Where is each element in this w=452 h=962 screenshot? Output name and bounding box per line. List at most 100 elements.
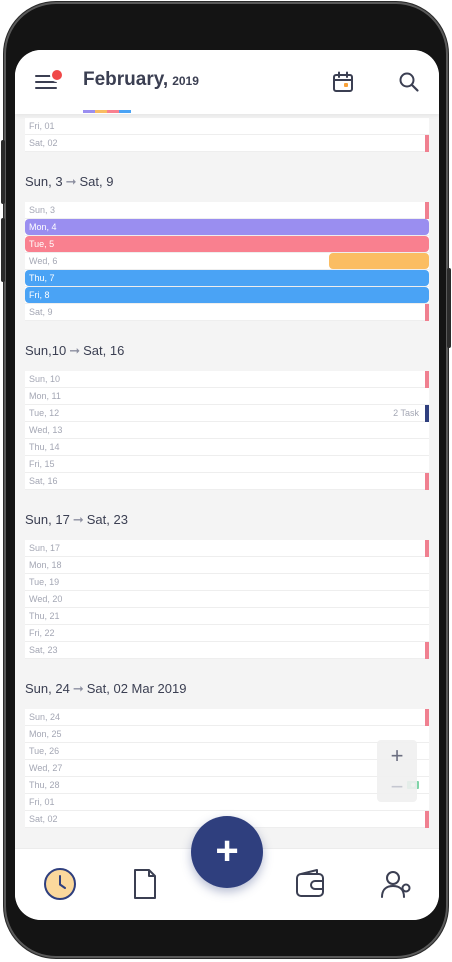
day-row[interactable]: Sat, 16 [25,473,429,490]
day-marker [425,709,429,726]
day-marker [425,405,429,422]
day-label: Thu, 14 [29,442,60,452]
day-row[interactable]: Fri, 22 [25,625,429,642]
arrow-right-icon: ➞ [69,343,81,358]
day-label: Fri, 8 [29,290,50,300]
users-icon [381,871,411,898]
app-header: February, 2019 [15,50,439,114]
day-row[interactable]: Fri, 01 [25,118,429,135]
arrow-right-icon: ➞ [65,174,77,189]
day-row[interactable]: Sun, 10 [25,371,429,388]
calendar-button[interactable] [331,70,355,94]
search-icon [399,72,419,92]
day-label: Wed, 13 [29,425,63,435]
week-title: Sun,10 ➞ Sat, 16 [25,343,124,359]
day-label: Thu, 28 [29,780,60,790]
day-row[interactable]: Sat, 02 [25,135,429,152]
day-marker [425,642,429,659]
day-marker [425,811,429,828]
nav-wallet[interactable] [293,867,327,901]
day-row[interactable]: Thu, 21 [25,608,429,625]
day-row[interactable]: Wed, 6 [25,253,429,270]
day-row[interactable]: Mon, 18 [25,557,429,574]
day-label: Fri, 01 [29,797,55,807]
week-end: Sat, 9 [79,174,114,189]
day-row[interactable]: Mon, 25 [25,726,429,743]
day-label: Sat, 02 [29,138,58,148]
event-bar[interactable] [329,253,429,269]
day-label: Wed, 27 [29,763,63,773]
day-row[interactable]: Fri, 8 [25,287,429,304]
day-row[interactable]: Wed, 27 [25,760,429,777]
week-title: Sun, 24 ➞ Sat, 02 Mar 2019 [25,681,186,697]
page-title[interactable]: February, 2019 [83,69,199,91]
task-count: 2 Task [393,408,419,418]
day-label: Sat, 9 [29,307,53,317]
day-row[interactable]: Tue, 5 [25,236,429,253]
day-marker [425,135,429,152]
nav-clock[interactable] [43,867,77,901]
week-start: Sun,10 [25,343,67,358]
day-label: Sat, 02 [29,814,58,824]
underline-segment [95,110,107,113]
day-label: Sun, 3 [29,205,56,215]
week-title: Sun, 17 ➞ Sat, 23 [25,512,128,528]
calendar-icon [333,71,353,92]
zoom-in-button[interactable]: + [377,740,417,771]
day-label: Mon, 25 [29,729,62,739]
day-row[interactable]: Sat, 23 [25,642,429,659]
zoom-control: + − [377,740,417,802]
zoom-out-button[interactable]: − [377,771,417,802]
day-row[interactable]: Sun, 24 [25,709,429,726]
event-bar[interactable] [25,287,429,303]
week-start: Sun, 17 [25,512,70,527]
day-row[interactable]: Wed, 13 [25,422,429,439]
day-row[interactable]: Tue, 19 [25,574,429,591]
day-row[interactable]: Sun, 3 [25,202,429,219]
clock-icon [44,868,76,900]
day-label: Fri, 22 [29,628,55,638]
day-row[interactable]: Thu, 28 [25,777,429,794]
day-label: Sat, 23 [29,645,58,655]
day-row[interactable]: Tue, 12 2 Task [25,405,429,422]
day-label: Thu, 7 [29,273,55,283]
day-label: Sun, 24 [29,712,61,722]
day-row[interactable]: Thu, 14 [25,439,429,456]
phone-side-button-left-top [1,140,5,204]
arrow-right-icon: ➞ [72,512,84,527]
nav-users[interactable] [379,867,413,901]
day-label: Mon, 4 [29,222,57,232]
search-button[interactable] [397,70,421,94]
day-label: Wed, 20 [29,594,63,604]
nav-documents[interactable] [128,867,162,901]
underline-segment [107,110,119,113]
day-row[interactable]: Wed, 20 [25,591,429,608]
document-icon [134,869,156,899]
event-bar[interactable] [25,270,429,286]
day-marker [425,202,429,219]
day-row[interactable]: Sat, 9 [25,304,429,321]
day-row[interactable]: Tue, 26 [25,743,429,760]
day-label: Mon, 11 [29,391,61,401]
day-row[interactable]: Fri, 01 [25,794,429,811]
add-button[interactable]: + [191,816,263,888]
day-row[interactable]: Mon, 11 [25,388,429,405]
day-row[interactable]: Thu, 7 [25,270,429,287]
week-start: Sun, 3 [25,174,63,189]
day-label: Fri, 15 [29,459,55,469]
day-label: Wed, 6 [29,256,58,266]
event-bar[interactable] [25,236,429,252]
app-screen: February, 2019 Fri, 01 Sat, 02 Sun, 3 ➞ Sat, … [15,50,439,920]
day-row[interactable]: Sun, 17 [25,540,429,557]
title-underline [83,110,131,113]
week-title: Sun, 3 ➞ Sat, 9 [25,174,113,190]
day-row[interactable]: Mon, 4 [25,219,429,236]
wallet-icon [296,869,324,897]
day-label: Sun, 17 [29,543,61,553]
underline-segment [83,110,95,113]
event-bar[interactable] [25,219,429,235]
day-label: Tue, 26 [29,746,60,756]
day-row[interactable]: Fri, 15 [25,456,429,473]
week-end: Sat, 02 Mar 2019 [86,681,187,696]
day-label: Mon, 18 [29,560,62,570]
